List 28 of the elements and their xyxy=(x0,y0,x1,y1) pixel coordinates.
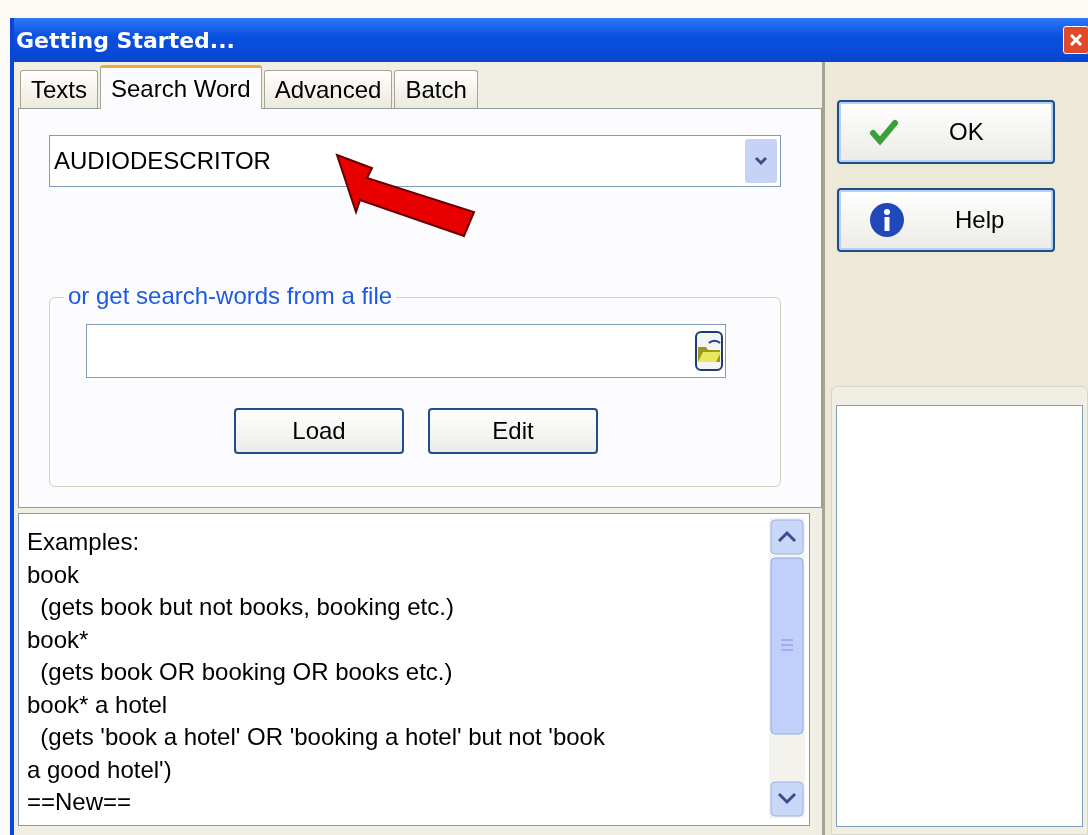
example-line: (gets book but not books, booking etc.) xyxy=(39,592,455,622)
search-combo[interactable]: AUDIODESCRITOR xyxy=(49,135,781,187)
checkmark-icon xyxy=(869,117,899,147)
dropdown-button[interactable] xyxy=(745,139,777,183)
tab[interactable]: Search Word xyxy=(100,65,262,109)
tab[interactable]: Batch xyxy=(394,70,478,108)
example-line: a good hotel') xyxy=(27,754,173,785)
side-button[interactable]: OK xyxy=(837,100,1055,164)
close-icon xyxy=(1067,31,1085,49)
example-line: (gets book OR booking OR books etc.) xyxy=(39,657,454,687)
example-line: book* xyxy=(27,624,90,655)
window-title: Getting Started... xyxy=(15,27,235,53)
tab[interactable]: Texts xyxy=(20,70,98,108)
example-line: ==New== xyxy=(27,787,133,817)
example-line: book xyxy=(27,559,81,590)
browse-button[interactable] xyxy=(695,331,723,371)
info-icon xyxy=(869,202,905,238)
file-field[interactable] xyxy=(86,324,726,378)
folder-icon xyxy=(695,331,723,371)
example-line: book* a hotel xyxy=(27,689,169,720)
close-button[interactable] xyxy=(1063,26,1088,54)
example-line: Examples: xyxy=(27,527,141,557)
chevron-down-icon xyxy=(753,155,769,167)
tab[interactable]: Advanced xyxy=(263,70,393,108)
example-line: (gets 'book a hotel' OR 'booking a hotel' but not 'book xyxy=(39,722,605,752)
action-button[interactable]: Load xyxy=(234,408,404,454)
action-button[interactable]: Edit xyxy=(428,408,598,454)
side-button[interactable]: Help xyxy=(837,188,1055,252)
